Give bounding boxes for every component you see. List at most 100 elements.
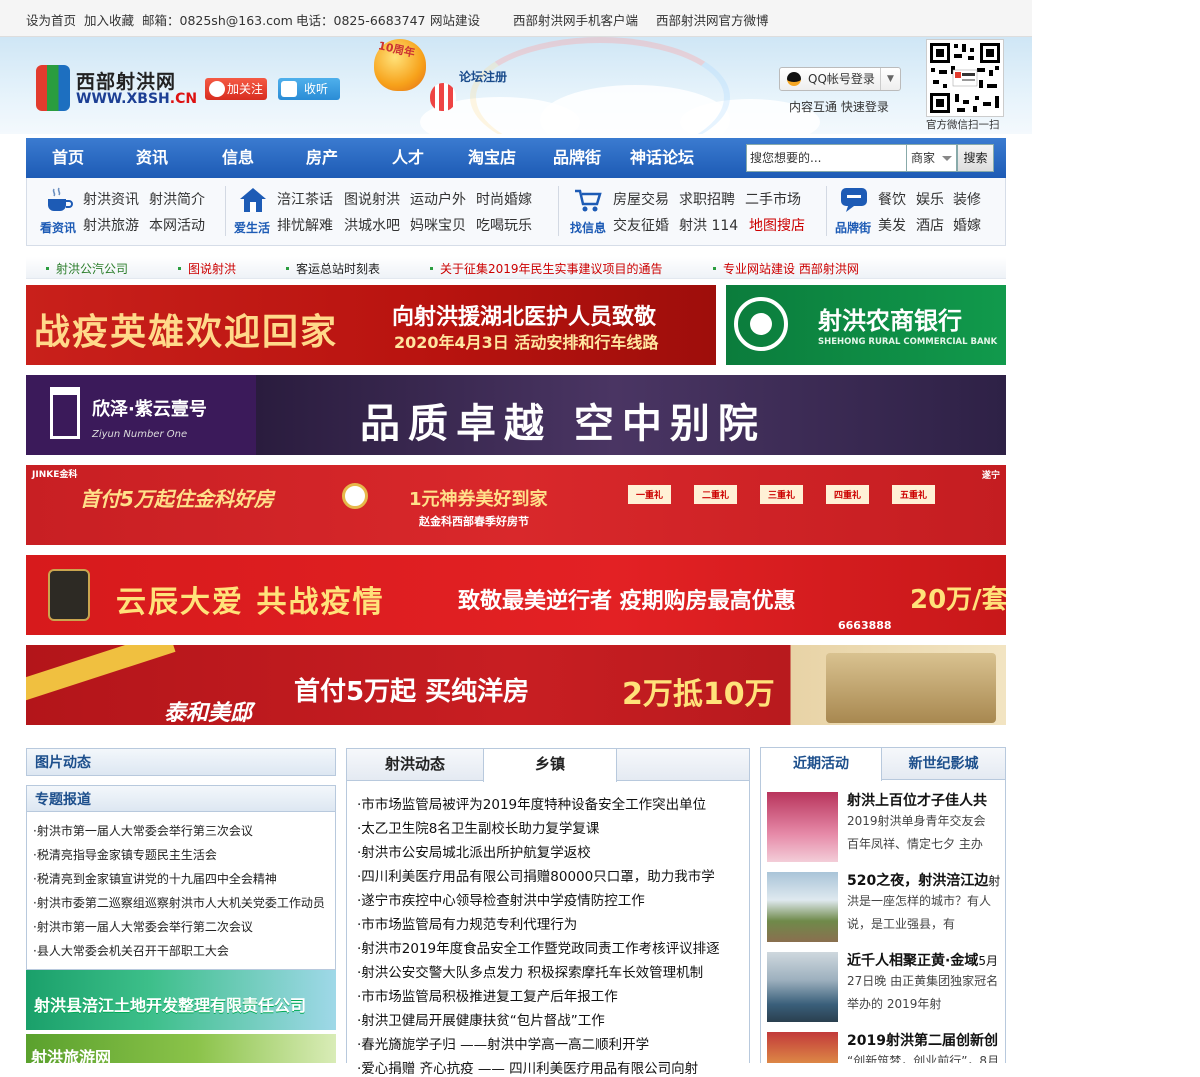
nav-brand-street[interactable]: 品牌街 <box>553 138 601 178</box>
event-thumbnail[interactable] <box>767 872 838 942</box>
subnav-link[interactable]: 本网活动 <box>149 215 205 235</box>
subnav-link[interactable]: 射洪简介 <box>149 189 205 209</box>
topic-link[interactable]: ·射洪市第一届人大常委会举行第二次会议 <box>33 918 253 935</box>
nav-jobs[interactable]: 人才 <box>392 138 424 178</box>
subnav-link[interactable]: 运动户外 <box>410 189 466 209</box>
topic-link[interactable]: ·射洪市委第二巡察组巡察射洪市人大机关党委工作动员 <box>33 894 325 911</box>
ticker-link[interactable]: 图说射洪 <box>177 260 236 277</box>
tab-towns[interactable]: 乡镇 <box>483 749 617 782</box>
topic-link[interactable]: ·税清亮指导金家镇专题民主生活会 <box>33 846 217 863</box>
subnav-link[interactable]: 涪江茶话 <box>277 189 333 209</box>
site-logo[interactable]: 西部射洪网 WWW.XBSH.CN <box>36 65 197 111</box>
subnav-link[interactable]: 娱乐 <box>916 189 944 209</box>
event-title[interactable]: 2019射洪第二届创新创 <box>847 1030 998 1050</box>
news-link[interactable]: ·射洪市2019年度食品安全工作暨党政同责工作考核评议排逐 <box>357 937 720 957</box>
panel-title[interactable]: 图片动态 <box>35 752 91 772</box>
forum-register-link[interactable]: 论坛注册 <box>459 68 507 85</box>
news-link[interactable]: ·射洪市公安局城北派出所护航复学返校 <box>357 841 591 861</box>
subnav-link[interactable]: 交友征婚 <box>613 215 669 235</box>
ad-banner-heroes[interactable]: 战疫英雄欢迎回家 向射洪援湖北医护人员致敬 2020年4月3日 活动安排和行车线… <box>26 285 716 365</box>
nav-info[interactable]: 信息 <box>222 138 254 178</box>
news-link[interactable]: ·爱心捐赠 齐心抗疫 —— 四川利美医疗用品有限公司向射 <box>357 1057 698 1077</box>
ad-banner-jinke[interactable]: JINKE金科 首付5万起住金科好房 1元神券美好到家 赵金科西部春季好房节 一… <box>26 465 1006 545</box>
subnav-link[interactable]: 求职招聘 <box>679 189 735 209</box>
chevron-down-icon[interactable]: ▼ <box>880 68 900 90</box>
subnav-link[interactable]: 洪城水吧 <box>344 215 400 235</box>
qq-login-button[interactable]: QQ帐号登录 ▼ <box>779 67 901 91</box>
topic-link[interactable]: ·税清亮到金家镇宣讲党的十九届四中全会精神 <box>33 870 277 887</box>
tab-shehong-news[interactable]: 射洪动态 <box>347 749 483 781</box>
subnav-link[interactable]: 二手市场 <box>745 189 801 209</box>
news-link[interactable]: ·春光旖旎学子归 ——射洪中学高一高二顺利开学 <box>357 1033 649 1053</box>
news-link[interactable]: ·遂宁市疾控中心领导检查射洪中学疫情防控工作 <box>357 889 645 909</box>
tab-cinema[interactable]: 新世纪影城 <box>882 748 1005 780</box>
group-label-info[interactable]: 找信息 <box>570 219 606 236</box>
news-link[interactable]: ·四川利美医疗用品有限公司捐赠80000只口罩，助力我市学 <box>357 865 715 885</box>
subnav-link[interactable]: 图说射洪 <box>344 189 400 209</box>
weibo-follow-button[interactable]: 加关注 <box>205 78 267 100</box>
official-weibo-link[interactable]: 西部射洪网官方微博 <box>656 10 769 29</box>
ad-banner-yunchen[interactable]: 云辰大爱 共战疫情 致敬最美逆行者 疫期购房最高优惠 20万/套 6663888 <box>26 555 1006 635</box>
news-link[interactable]: ·市市场监管局被评为2019年度特种设备安全工作突出单位 <box>357 793 706 813</box>
news-link[interactable]: ·射洪公安交警大队多点发力 积极探索摩托车长效管理机制 <box>357 961 703 981</box>
ad-banner-taihe[interactable]: 泰和美邸 首付5万起 买纯洋房 2万抵10万 <box>26 645 1006 725</box>
promo-banner-land-company[interactable]: 射洪县涪江土地开发整理有限责任公司 <box>26 970 336 1030</box>
topic-link[interactable]: ·县人大常委会机关召开干部职工大会 <box>33 942 229 959</box>
event-title[interactable]: 近千人相聚正黄·金域5月 <box>847 950 998 970</box>
event-item[interactable]: 2019射洪第二届创新创 “创新筑梦，创业前行”，8月 <box>761 1030 1005 1063</box>
phone-contact: 电话：0825-6683747 <box>296 13 426 28</box>
ad-banner-bank[interactable]: 射洪农商银行 SHEHONG RURAL COMMERCIAL BANK <box>726 285 1006 365</box>
search-scope-select[interactable]: 商家 <box>907 144 957 172</box>
event-item[interactable]: 射洪上百位才子佳人共 2019射洪单身青年交友会 百年凤祥、情定七夕 主办 <box>761 790 1005 870</box>
add-favorite-link[interactable]: 加入收藏 <box>84 10 134 29</box>
subnav-link[interactable]: 美发 <box>878 215 906 235</box>
news-link[interactable]: ·太乙卫生院8名卫生副校长助力复学复课 <box>357 817 599 837</box>
subnav-link[interactable]: 房屋交易 <box>613 189 669 209</box>
subnav-link[interactable]: 装修 <box>953 189 981 209</box>
subnav-link[interactable]: 时尚婚嫁 <box>476 189 532 209</box>
mobile-client-link[interactable]: 西部射洪网手机客户端 <box>513 10 638 29</box>
ad-banner-ziyun[interactable]: 欣泽·紫云壹号 Ziyun Number One 品质卓越 空中别院 <box>26 375 1006 455</box>
subnav-link[interactable]: 射洪资讯 <box>83 189 139 209</box>
ticker-link[interactable]: 专业网站建设 西部射洪网 <box>713 260 859 277</box>
subnav-link[interactable]: 酒店 <box>916 215 944 235</box>
news-link[interactable]: ·市市场监管局积极推进复工复产后年报工作 <box>357 985 618 1005</box>
map-store-search-link[interactable]: 地图搜店 <box>749 215 805 235</box>
event-item[interactable]: 近千人相聚正黄·金域5月 27日晚 由正黄集团独家冠名 举办的 2019年射 <box>761 950 1005 1030</box>
search-input[interactable]: 搜您想要的... <box>746 144 907 172</box>
news-link[interactable]: ·市市场监管局有力规范专利代理行为 <box>357 913 577 933</box>
nav-realestate[interactable]: 房产 <box>306 138 338 178</box>
search-button[interactable]: 搜索 <box>957 144 994 172</box>
group-label-news[interactable]: 看资讯 <box>40 219 76 236</box>
nav-forum[interactable]: 神话论坛 <box>630 138 694 178</box>
event-item[interactable]: 520之夜，射洪涪江边射 洪是一座怎样的城市？有人 说，是工业强县，有 <box>761 870 1005 950</box>
nav-taobao-store[interactable]: 淘宝店 <box>468 138 516 178</box>
subnav-link[interactable]: 射洪 114 <box>679 215 738 235</box>
subnav-link[interactable]: 吃喝玩乐 <box>476 215 532 235</box>
tencent-listen-button[interactable]: 收听 <box>278 78 340 100</box>
site-build-link[interactable]: 网站建设 <box>430 10 480 29</box>
event-thumbnail[interactable] <box>767 952 838 1022</box>
subnav-link[interactable]: 妈咪宝贝 <box>410 215 466 235</box>
subnav-link[interactable]: 射洪旅游 <box>83 215 139 235</box>
nav-home[interactable]: 首页 <box>52 138 84 178</box>
event-title[interactable]: 520之夜，射洪涪江边射 <box>847 870 1000 890</box>
panel-title[interactable]: 专题报道 <box>35 789 91 809</box>
set-homepage-link[interactable]: 设为首页 <box>26 10 76 29</box>
topic-link[interactable]: ·射洪市第一届人大常委会举行第三次会议 <box>33 822 253 839</box>
news-link[interactable]: ·射洪卫健局开展健康扶贫“包片督战”工作 <box>357 1009 605 1029</box>
ticker-link[interactable]: 关于征集2019年民生实事建议项目的通告 <box>430 260 663 277</box>
subnav-link[interactable]: 排忧解难 <box>277 215 333 235</box>
event-title[interactable]: 射洪上百位才子佳人共 <box>847 790 987 810</box>
ticker-link[interactable]: 客运总站时刻表 <box>285 260 380 277</box>
group-label-brand[interactable]: 品牌街 <box>835 219 871 236</box>
ticker-link[interactable]: 射洪公汽公司 <box>45 260 128 277</box>
group-label-life[interactable]: 爱生活 <box>234 219 270 236</box>
event-thumbnail[interactable] <box>767 1032 838 1063</box>
subnav-link[interactable]: 婚嫁 <box>953 215 981 235</box>
event-thumbnail[interactable] <box>767 792 838 862</box>
promo-banner-tourism[interactable]: 射洪旅游网 <box>26 1034 336 1063</box>
tab-recent-events[interactable]: 近期活动 <box>761 748 882 781</box>
nav-news[interactable]: 资讯 <box>136 138 168 178</box>
subnav-link[interactable]: 餐饮 <box>878 189 906 209</box>
